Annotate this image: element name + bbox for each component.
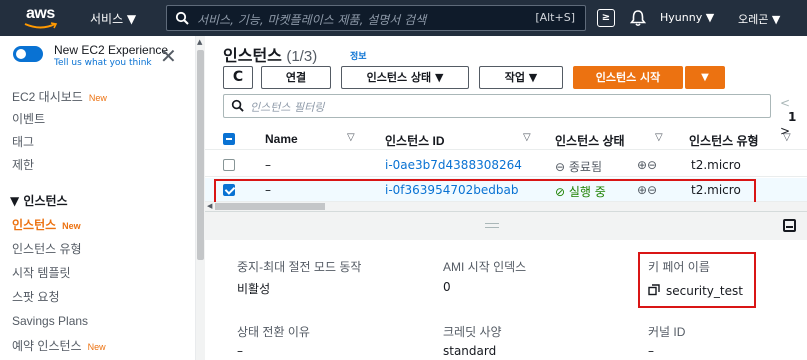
detail-label: 상태 전환 이유 [237, 325, 310, 339]
info-link[interactable]: 정보 [350, 49, 367, 62]
instance-state: ⊖ 종료됨 [555, 158, 602, 175]
selection-count: (1/3) [286, 48, 318, 65]
services-menu[interactable]: 서비스 ▼ [90, 10, 136, 27]
region-menu[interactable]: 오레곤 ▼ [738, 11, 780, 27]
select-all-checkbox[interactable] [223, 133, 235, 145]
stopped-icon: ⊖ [555, 160, 566, 174]
sidebar-item-label: 예약 인스턴스 [12, 339, 82, 353]
sidebar-item-label: 인스턴스 [12, 218, 57, 232]
cloudshell-icon[interactable]: ≥ [597, 9, 615, 27]
scrollbar-thumb[interactable] [215, 203, 325, 210]
sidebar-item-savings-plans[interactable]: Savings Plans [12, 314, 88, 328]
zoom-icon[interactable]: ⊕⊖ [637, 158, 657, 172]
feedback-link[interactable]: Tell us what you think [54, 58, 152, 68]
search-icon [175, 11, 189, 25]
detail-label: 중지-최대 절전 모드 동작 [237, 260, 362, 274]
column-header-name[interactable]: Name [265, 132, 298, 146]
launch-instance-button[interactable]: 인스턴스 시작 [573, 66, 683, 89]
sidebar-item-tags[interactable]: 태그 [12, 133, 34, 150]
column-header-instance-type[interactable]: 인스턴스 유형 [689, 132, 759, 149]
launch-dropdown-button[interactable]: ▼ [685, 66, 725, 89]
detail-value: 0 [443, 280, 451, 294]
selection-highlight [214, 179, 756, 204]
sidebar-item-instances[interactable]: 인스턴스 New [12, 216, 81, 233]
aws-logo[interactable]: aws [22, 3, 64, 33]
sidebar-item-launch-templates[interactable]: 시작 템플릿 [12, 264, 71, 281]
instance-state-button[interactable]: 인스턴스 상태 ▼ [341, 66, 469, 89]
column-header-instance-state[interactable]: 인스턴스 상태 [555, 132, 625, 149]
sort-icon[interactable]: ▽ [347, 132, 355, 143]
detail-label: AMI 시작 인덱스 [443, 260, 527, 274]
horizontal-scrollbar[interactable]: ◀ [205, 202, 807, 211]
sort-icon[interactable]: ▽ [655, 132, 663, 143]
state-text: 종료됨 [568, 160, 603, 174]
page-number[interactable]: 1 [788, 110, 796, 124]
new-badge: New [62, 221, 81, 231]
detail-panel: 중지-최대 절전 모드 동작 비활성 AMI 시작 인덱스 0 키 페어 이름 … [205, 211, 807, 360]
panel-toggle-icon[interactable] [783, 219, 796, 232]
sidebar-scrollbar[interactable]: ▲ [196, 36, 205, 360]
sort-icon[interactable]: ▽ [783, 132, 791, 143]
detail-value: standard [443, 344, 497, 358]
filter-input[interactable]: 인스턴스 필터링 [223, 94, 771, 118]
detail-value: 비활성 [237, 282, 271, 296]
sidebar-section-instances[interactable]: ▼ 인스턴스 [10, 192, 68, 209]
search-shortcut: [Alt+S] [535, 11, 575, 24]
instance-id-link[interactable]: i-0ae3b7d4388308264 [385, 158, 522, 172]
sidebar-item-label: EC2 대시보드 [12, 90, 83, 104]
new-experience-label: New EC2 Experience [54, 43, 169, 57]
scrollbar-thumb[interactable] [197, 50, 204, 260]
row-checkbox[interactable] [223, 159, 235, 171]
sidebar-item-ec2-dashboard[interactable]: EC2 대시보드 New [12, 88, 107, 105]
filter-placeholder: 인스턴스 필터링 [250, 101, 325, 114]
sidebar-item-events[interactable]: 이벤트 [12, 110, 45, 127]
search-icon [231, 99, 244, 112]
column-header-instance-id[interactable]: 인스턴스 ID [385, 132, 445, 149]
bell-icon[interactable] [630, 9, 646, 27]
table-row[interactable]: – i-0ae3b7d4388308264 ⊖ 종료됨 ⊕⊖ t2.micro [205, 153, 807, 177]
connect-button[interactable]: 연결 [261, 66, 331, 89]
sidebar-item-limits[interactable]: 제한 [12, 156, 34, 173]
scroll-up-icon[interactable]: ▲ [197, 38, 202, 46]
detail-value: – [237, 344, 243, 358]
sort-icon[interactable]: ▽ [523, 132, 531, 143]
top-navigation: aws 서비스 ▼ 서비스, 기능, 마켓플레이스 제품, 설명서 검색 [Al… [0, 0, 807, 36]
new-experience-toggle[interactable] [13, 46, 43, 62]
new-badge: New [88, 93, 107, 103]
instance-type: t2.micro [691, 158, 741, 172]
page-title: 인스턴스 (1/3) [223, 42, 317, 66]
prev-page-button[interactable]: < [780, 96, 790, 110]
sidebar-item-instance-types[interactable]: 인스턴스 유형 [12, 240, 82, 257]
table-header: Name ▽ 인스턴스 ID ▽ 인스턴스 상태 ▽ 인스턴스 유형 ▽ [205, 128, 807, 150]
title-text: 인스턴스 [223, 48, 282, 65]
refresh-button[interactable]: C [223, 66, 253, 89]
instance-name: – [265, 158, 271, 172]
main-content: 인스턴스 (1/3) 정보 C 연결 인스턴스 상태 ▼ 작업 ▼ 인스턴스 시… [205, 36, 807, 360]
search-placeholder: 서비스, 기능, 마켓플레이스 제품, 설명서 검색 [197, 13, 427, 27]
key-pair-highlight [638, 252, 756, 308]
detail-value: – [648, 344, 654, 358]
sidebar-item-spot-requests[interactable]: 스팟 요청 [12, 288, 60, 305]
sidebar: New EC2 Experience Tell us what you thin… [0, 36, 196, 360]
detail-label: 커널 ID [648, 325, 686, 339]
actions-button[interactable]: 작업 ▼ [479, 66, 563, 89]
detail-label: 크레딧 사양 [443, 325, 502, 339]
split-panel-divider[interactable] [205, 212, 807, 240]
search-input[interactable]: 서비스, 기능, 마켓플레이스 제품, 설명서 검색 [Alt+S] [166, 5, 586, 31]
close-icon[interactable]: ✕ [160, 46, 177, 66]
sidebar-item-reserved-instances[interactable]: 예약 인스턴스 New [12, 337, 106, 354]
new-badge: New [87, 342, 106, 352]
scroll-left-icon[interactable]: ◀ [207, 202, 212, 210]
drag-handle-icon[interactable] [485, 223, 499, 228]
user-menu[interactable]: Hyunny ▼ [660, 11, 714, 24]
